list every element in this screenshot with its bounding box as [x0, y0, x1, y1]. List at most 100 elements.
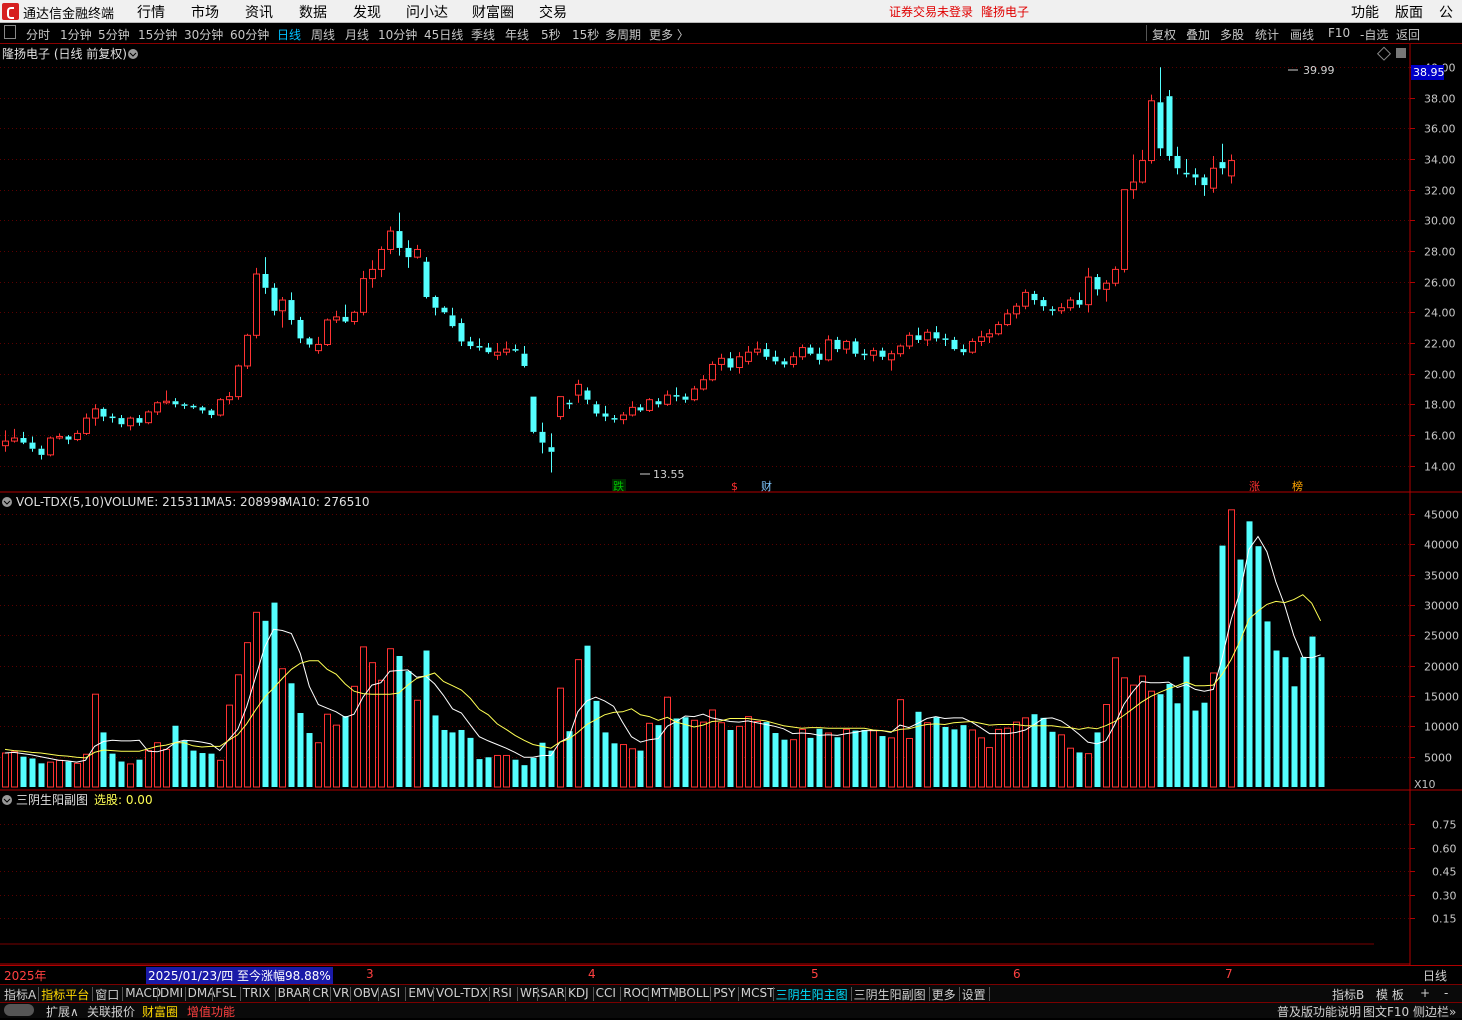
indicator-tab[interactable]: 更多: [932, 986, 956, 1003]
indicator-tab[interactable]: 三阴生阳主图: [776, 986, 848, 1003]
indicator-tab[interactable]: DMI: [160, 986, 183, 1000]
tool-f10[interactable]: F10: [1328, 26, 1350, 40]
candle-body: [1112, 268, 1119, 284]
menu-layout[interactable]: 版面: [1395, 2, 1423, 22]
indicator-tab[interactable]: MCST: [741, 986, 775, 1000]
indicator-tab[interactable]: VOL-TDX: [436, 986, 488, 1000]
ext-related-quotes[interactable]: 关联报价: [87, 1003, 135, 1020]
main-title-dropdown-icon[interactable]: [128, 49, 138, 59]
tab-divider: [710, 987, 712, 1001]
period-intraday[interactable]: 分时: [26, 26, 50, 43]
template-tab[interactable]: 模 板: [1376, 986, 1404, 1003]
tool-draw[interactable]: 画线: [1290, 26, 1314, 43]
period-daily[interactable]: 日线: [277, 26, 301, 43]
trade-login-warning[interactable]: 证券交易未登录: [889, 3, 973, 20]
ext-value-added[interactable]: 增值功能: [187, 1003, 235, 1020]
menu-ask[interactable]: 问小达: [406, 2, 448, 22]
candle-body: [843, 340, 850, 350]
indicator-tab[interactable]: ASI: [381, 986, 400, 1000]
candle-body: [1049, 309, 1056, 311]
indicator-tab[interactable]: FSL: [215, 986, 236, 1000]
indicator-tab[interactable]: KDJ: [568, 986, 589, 1000]
period-yearly[interactable]: 年线: [505, 26, 529, 43]
tool-multistock[interactable]: 多股: [1220, 26, 1244, 43]
add-window-button[interactable]: +: [1420, 986, 1430, 1000]
volume-bar: [620, 744, 627, 788]
ext-wealth-circle[interactable]: 财富圈: [142, 1003, 178, 1020]
indicator-tab[interactable]: VR: [333, 986, 350, 1000]
indicator-tab[interactable]: PSY: [713, 986, 735, 1000]
indicator-tab[interactable]: MACD: [125, 986, 161, 1000]
period-quarterly[interactable]: 季线: [471, 26, 495, 43]
menu-trade[interactable]: 交易: [539, 2, 567, 22]
marker-finance[interactable]: 财: [761, 479, 772, 493]
vol-dropdown-icon[interactable]: [2, 497, 12, 507]
indicator-tab[interactable]: BRAR: [278, 986, 311, 1000]
period-30min[interactable]: 30分钟: [184, 26, 223, 43]
indicator-tab[interactable]: 窗口: [95, 986, 119, 1003]
period-15min[interactable]: 15分钟: [138, 26, 177, 43]
volume-bar: [503, 754, 510, 788]
indicator-tab[interactable]: 设置: [962, 986, 986, 1003]
indicator-tab[interactable]: 三阴生阳副图: [854, 986, 926, 1003]
candle-body: [154, 402, 161, 413]
period-60min[interactable]: 60分钟: [230, 26, 269, 43]
indicator-tab[interactable]: TRIX: [243, 986, 270, 1000]
toggle-switch[interactable]: [4, 1004, 34, 1016]
candle-body: [1031, 293, 1038, 301]
panel-toggle-icon[interactable]: [4, 25, 16, 39]
menu-news[interactable]: 资讯: [245, 2, 273, 22]
indicator-tab[interactable]: BOLL: [678, 986, 709, 1000]
period-10min[interactable]: 10分钟: [378, 26, 417, 43]
candle-body: [333, 316, 340, 321]
period-more[interactable]: 更多 〉: [649, 26, 689, 43]
marker-rank[interactable]: 榜: [1292, 479, 1303, 493]
indicator-tab[interactable]: 指标A: [4, 986, 36, 1003]
volume-bar: [288, 683, 295, 787]
maximize-icon[interactable]: [1396, 48, 1406, 58]
period-5sec[interactable]: 5秒: [541, 26, 561, 43]
marker-dollar[interactable]: $: [731, 480, 738, 493]
chart-area[interactable]: 14.00 16.00 18.00 20.00 22.00 24.00 26.00 28.00…: [0, 44, 1462, 966]
marker-fall[interactable]: 跌: [613, 479, 624, 493]
tool-adjust[interactable]: 复权: [1152, 26, 1176, 43]
candle-body: [56, 435, 63, 439]
ext-sidebar[interactable]: 侧边栏»: [1413, 1003, 1456, 1020]
period-weekly[interactable]: 周线: [311, 26, 335, 43]
indicator-tab[interactable]: SAR: [540, 986, 564, 1000]
candle-body: [503, 348, 510, 353]
indicator-tab[interactable]: ROC: [623, 986, 649, 1000]
menu-market[interactable]: 行情: [137, 2, 165, 22]
indicator-tab[interactable]: 指标平台: [41, 986, 89, 1003]
period-monthly[interactable]: 月线: [345, 26, 369, 43]
ext-basic-help[interactable]: 普及版功能说明: [1277, 1003, 1361, 1020]
tool-statistics[interactable]: 统计: [1255, 26, 1279, 43]
ext-f10[interactable]: 图文F10: [1363, 1003, 1409, 1020]
period-5min[interactable]: 5分钟: [98, 26, 130, 43]
period-multi[interactable]: 多周期: [605, 26, 641, 43]
period-1min[interactable]: 1分钟: [60, 26, 92, 43]
menu-discover[interactable]: 发现: [353, 2, 381, 22]
remove-window-button[interactable]: -: [1444, 986, 1448, 1000]
indicator-b-tab[interactable]: 指标B: [1332, 986, 1364, 1003]
period-45day[interactable]: 45日线: [424, 26, 463, 43]
sub-dropdown-icon[interactable]: [2, 795, 12, 805]
menu-exchange[interactable]: 市场: [191, 2, 219, 22]
menu-function[interactable]: 功能: [1351, 2, 1379, 22]
ext-expand[interactable]: 扩展∧: [46, 1003, 79, 1020]
menu-data[interactable]: 数据: [299, 2, 327, 22]
indicator-tab[interactable]: RSI: [492, 986, 512, 1000]
marker-rise[interactable]: 涨: [1249, 480, 1260, 493]
indicator-tab[interactable]: OBV: [353, 986, 379, 1000]
tool-watchlist[interactable]: 返回: [1396, 26, 1420, 43]
indicator-tab[interactable]: EMV: [408, 986, 434, 1000]
tool-mark[interactable]: -自选: [1360, 26, 1388, 43]
indicator-tab[interactable]: CCI: [596, 986, 616, 1000]
period-15sec[interactable]: 15秒: [572, 26, 599, 43]
tool-overlay[interactable]: 叠加: [1186, 26, 1210, 43]
low-price-label: 13.55: [653, 468, 685, 481]
indicator-tab[interactable]: CR: [312, 986, 329, 1000]
volume-bar: [1157, 694, 1164, 787]
menu-wealth[interactable]: 财富圈: [472, 2, 514, 22]
month-label: 5: [811, 967, 819, 981]
